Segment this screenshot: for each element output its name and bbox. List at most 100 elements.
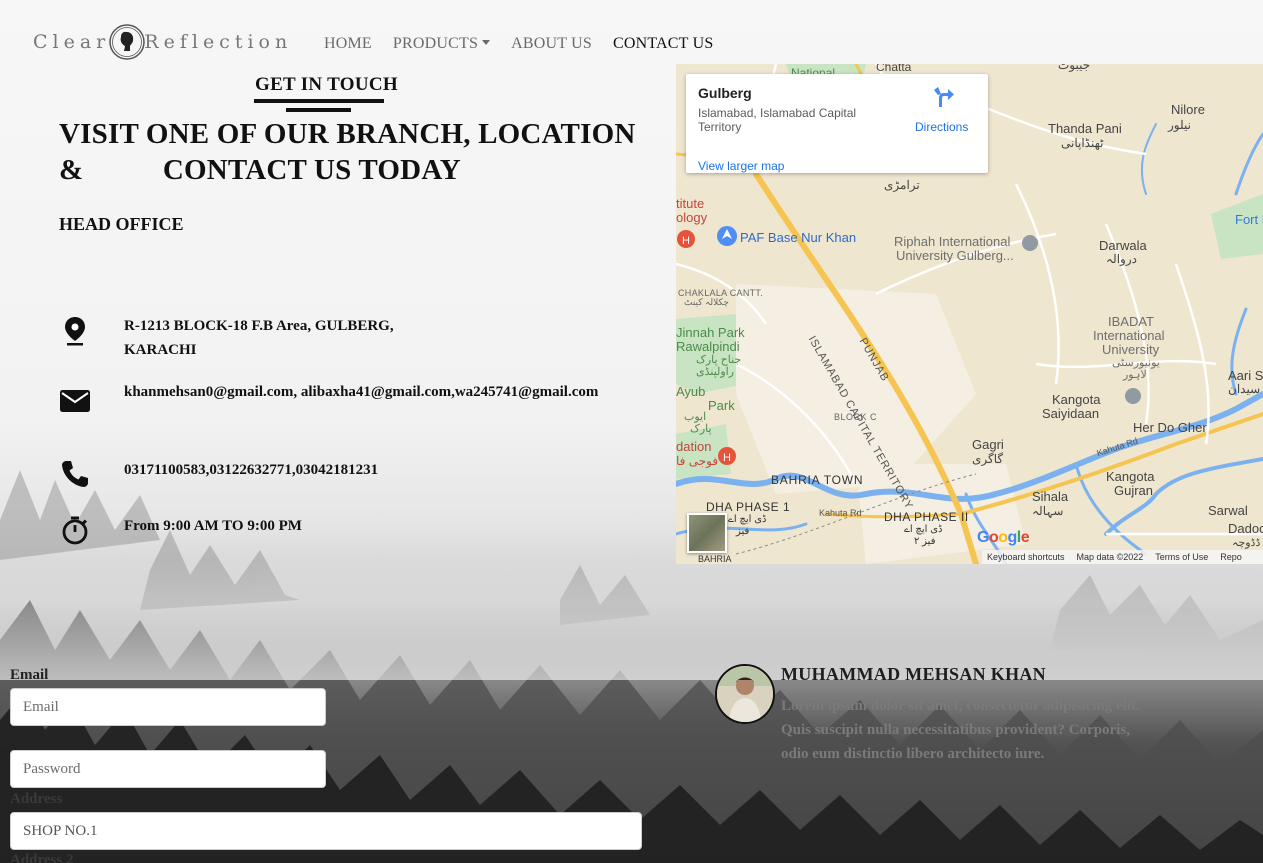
map-label-lahor: لاہور (1123, 369, 1147, 381)
map-label-dha-1-ur: ڈی ایچ اے (728, 514, 767, 525)
embedded-map[interactable]: H H National Chatta جیبوٹ Nilore نیلور T… (676, 64, 1263, 564)
phone-text: 03171100583,03122632771,03042181231 (124, 462, 379, 478)
headline-ampersand: & (59, 154, 84, 186)
svg-text:H: H (682, 235, 690, 247)
map-label-fort: Fort Ph (1235, 212, 1263, 227)
nav-about[interactable]: ABOUT US (511, 35, 592, 53)
map-label-gagri-ur: گاگری (972, 452, 1004, 466)
caret-down-icon (482, 40, 491, 45)
map-label-dha-1: DHA PHASE 1 (706, 500, 791, 514)
map-label-block-c: BLOCK C (834, 412, 878, 422)
map-label-jinnah-ur-2: راولپنڈی (696, 366, 735, 378)
map-label-kangota-g-1: Kangota (1106, 469, 1155, 484)
email-field[interactable] (10, 688, 326, 726)
profile-name: MUHAMMAD MEHSAN KHAN (781, 664, 1046, 684)
directions-link[interactable]: Directions (915, 120, 968, 134)
map-label-dadoc: Dadoc (1228, 521, 1263, 536)
map-label-tarmiz: ترامڑی (884, 178, 920, 192)
map-label-aari: Aari S (1228, 368, 1263, 383)
brand-left-text: Clear (33, 31, 111, 53)
section-title: GET IN TOUCH (255, 74, 398, 95)
mail-icon (59, 380, 91, 412)
address-label: Address (10, 791, 63, 807)
terms-of-use-link[interactable]: Terms of Use (1155, 552, 1208, 562)
map-label-paf: PAF Base Nur Khan (740, 230, 857, 245)
avatar (715, 664, 775, 724)
view-larger-map-link[interactable]: View larger map (698, 159, 784, 173)
map-label-ayub-1: Ayub (676, 384, 706, 399)
stopwatch-icon (59, 514, 91, 546)
brand-head-icon (108, 21, 146, 63)
headline-line1: VISIT ONE OF OUR BRANCH, LOCATION (59, 118, 636, 150)
password-field[interactable] (10, 750, 326, 788)
nav-contact[interactable]: CONTACT US (613, 35, 713, 53)
nav-links: HOME PRODUCTS ABOUT US CONTACT US (324, 35, 734, 53)
map-label-thanda-pani: Thanda Pani (1048, 121, 1122, 136)
title-underline (254, 99, 384, 103)
headline-line2: CONTACT US TODAY (162, 154, 461, 186)
top-navbar: Clear Reflection HOME PRODUCTS ABOUT US … (0, 0, 1263, 64)
email-label: Email (10, 667, 49, 683)
directions-icon[interactable] (933, 86, 955, 108)
map-label-bahria-small: BAHRIA (698, 554, 732, 564)
brand-logo[interactable]: Clear Reflection (33, 20, 292, 64)
map-label-fauji: فوجی فا (676, 454, 719, 468)
map-label-ibadat-1: IBADAT (1108, 314, 1154, 329)
report-link[interactable]: Repo (1220, 552, 1242, 562)
map-place-address: Islamabad, Islamabad Capital Territory (698, 106, 857, 134)
map-label-dha-2-ur: ڈی ایچ اے (904, 524, 943, 535)
map-place-name: Gulberg (698, 85, 752, 101)
profile-bio: Lorem ipsum dolor sit amet, consectetur … (781, 698, 1140, 762)
address-text: R-1213 BLOCK-18 F.B Area, GULBERG, KARAC… (124, 314, 684, 362)
map-label-kangota-s-1: Kangota (1052, 392, 1101, 407)
map-label-dha-1-ur-2: فیز (736, 526, 750, 537)
satellite-toggle[interactable] (687, 513, 727, 553)
nav-products-label: PRODUCTS (392, 35, 479, 52)
email-row: khanmehsan0@gmail.com, alibaxha41@gmail.… (59, 380, 684, 412)
map-place-card: Gulberg Islamabad, Islamabad Capital Ter… (686, 74, 988, 173)
title-underline-short (286, 108, 351, 112)
map-label-riphah-1: Riphah International (894, 234, 1011, 249)
map-label-ibadat-2: International (1093, 328, 1165, 343)
map-label-stitute: titute (676, 196, 705, 211)
map-label-dha-2-ur-2: فیز ۲ (914, 536, 936, 547)
address-row: R-1213 BLOCK-18 F.B Area, GULBERG, KARAC… (59, 314, 684, 362)
map-label-ology: ology (676, 210, 708, 225)
contact-headline: VISIT ONE OF OUR BRANCH, LOCATION & CONT… (59, 116, 669, 188)
map-label-gagri: Gagri (972, 437, 1004, 452)
map-label-darwala-ur: دروالہ (1106, 252, 1137, 266)
map-label-kangota-g-2: Gujran (1114, 483, 1154, 498)
map-label-nilore: Nilore (1171, 102, 1205, 117)
hours-text: From 9:00 AM TO 9:00 PM (124, 518, 302, 534)
map-label-kahuta-rd-2: Kahuta Rd (819, 508, 862, 518)
map-label-riphah-2: University Gulberg... (896, 248, 1014, 263)
location-pin-icon (59, 314, 91, 346)
map-label-sihala: Sihala (1032, 489, 1069, 504)
hours-row: From 9:00 AM TO 9:00 PM (59, 514, 684, 546)
map-footer: Keyboard shortcuts Map data ©2022 Terms … (982, 550, 1263, 564)
map-label-dha-2: DHA PHASE II (884, 510, 969, 524)
brand-right-text: Reflection (144, 31, 293, 53)
map-label-ayub-2: Park (708, 398, 735, 413)
nav-products-dropdown[interactable]: PRODUCTS (392, 35, 491, 53)
head-office-heading: HEAD OFFICE (59, 214, 184, 234)
map-label-ayub-ur-2: پارک (690, 423, 712, 435)
map-label-kangota-s-2: Saiyidaan (1042, 406, 1100, 421)
email-text: khanmehsan0@gmail.com, alibaxha41@gmail.… (124, 384, 599, 400)
map-label-chatta: Chatta (876, 64, 912, 74)
map-label-dation: dation (676, 439, 712, 454)
address2-label: Address 2 (10, 852, 74, 863)
map-label-dadoc-ur: ڈڈوچہ (1232, 537, 1261, 549)
map-label-bahria: BAHRIA TOWN (771, 473, 864, 487)
phone-row: 03171100583,03122632771,03042181231 (59, 458, 684, 490)
map-data-attribution: Map data ©2022 (1076, 552, 1144, 562)
svg-text:H: H (723, 452, 731, 464)
map-label-thanda-pani-ur: ٹھنڈاپانی (1061, 136, 1104, 150)
map-label-chaklala-ur: چکلالہ کینٹ (684, 297, 729, 307)
address-field[interactable] (10, 812, 642, 850)
map-label-nilore-ur: نیلور (1168, 118, 1191, 132)
google-logo: Google (977, 529, 1030, 546)
nav-home[interactable]: HOME (324, 35, 372, 53)
map-label-aari-ur: سیدان (1228, 382, 1261, 396)
keyboard-shortcuts-link[interactable]: Keyboard shortcuts (987, 552, 1065, 562)
